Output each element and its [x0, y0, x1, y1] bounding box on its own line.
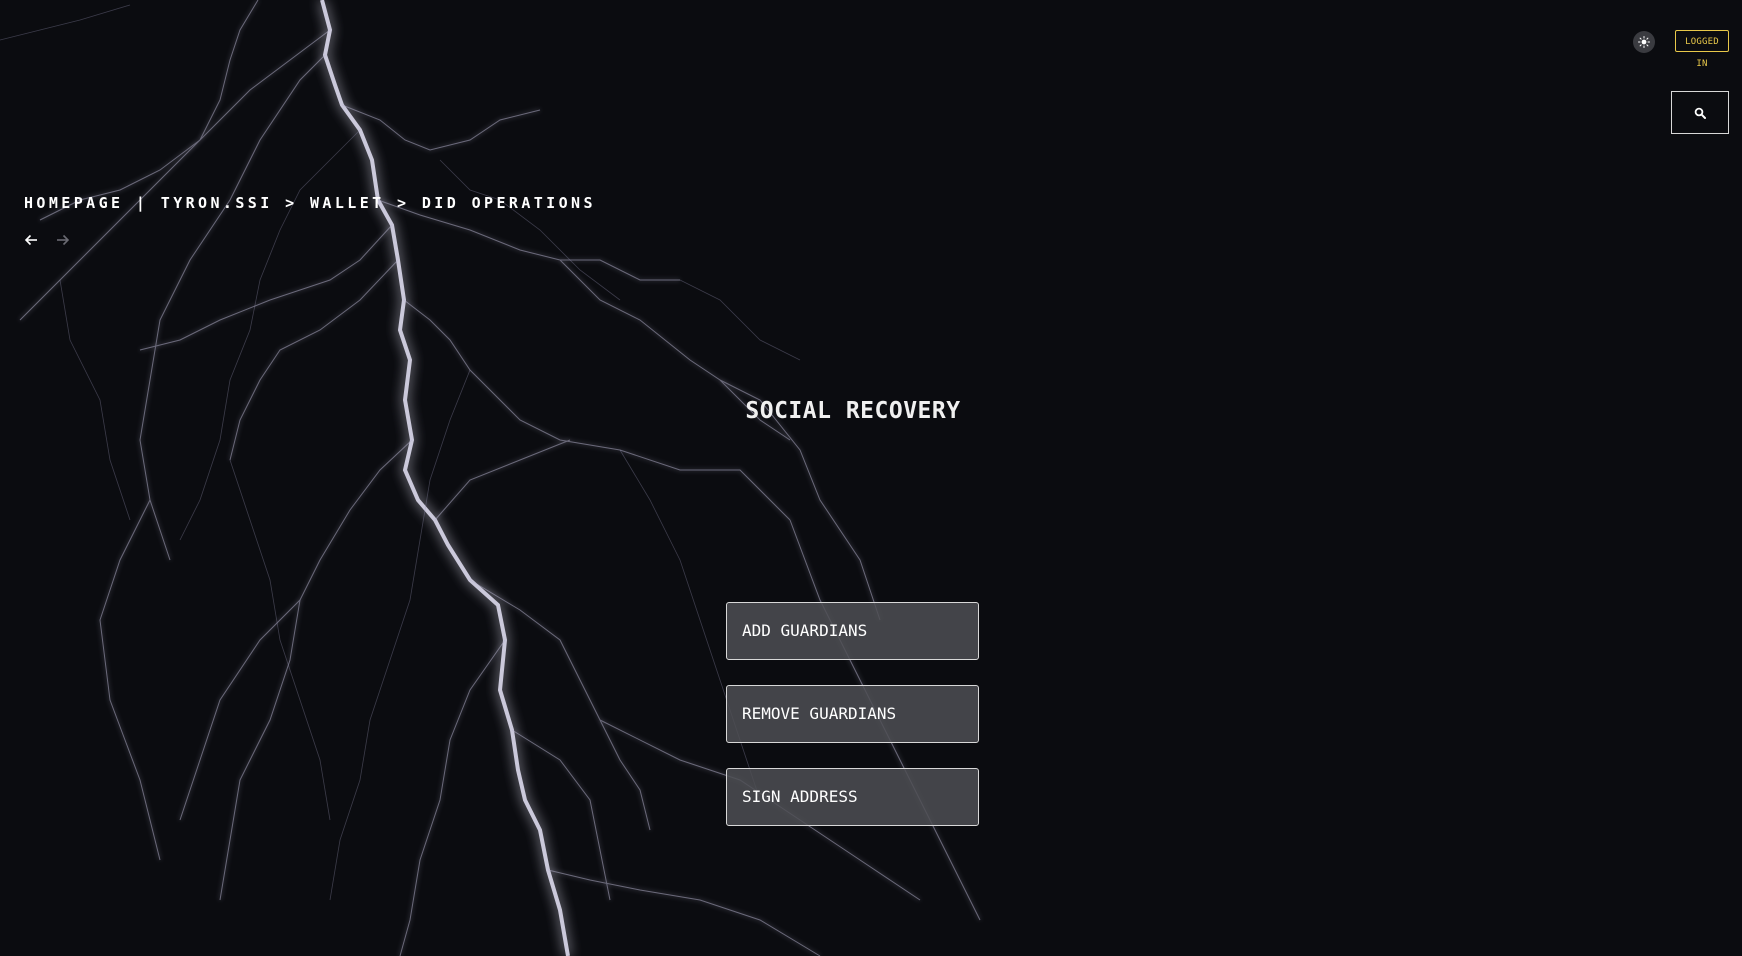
arrow-left-icon — [24, 234, 37, 246]
breadcrumb-separator: > — [397, 194, 422, 212]
sun-icon — [1638, 36, 1650, 48]
back-button[interactable] — [22, 231, 40, 249]
options-list: ADD GUARDIANS REMOVE GUARDIANS SIGN ADDR… — [726, 602, 979, 851]
breadcrumb-separator: > — [285, 194, 310, 212]
breadcrumb-item-wallet[interactable]: WALLET — [310, 194, 385, 212]
search-button[interactable] — [1671, 91, 1729, 134]
breadcrumb-item-did-operations[interactable]: DID OPERATIONS — [422, 194, 596, 212]
history-navigation — [22, 231, 72, 249]
search-icon — [1694, 107, 1706, 119]
page: LOGGED IN HOMEPAGE | TYRON.SSI > WALLET … — [0, 0, 1742, 956]
breadcrumb-item-homepage[interactable]: HOMEPAGE — [24, 194, 123, 212]
breadcrumb-separator: | — [135, 194, 161, 212]
breadcrumb-item-tyron-ssi[interactable]: TYRON.SSI — [161, 194, 273, 212]
arrow-right-icon — [57, 234, 70, 246]
page-title: SOCIAL RECOVERY — [745, 398, 961, 424]
remove-guardians-button[interactable]: REMOVE GUARDIANS — [726, 685, 979, 743]
sign-address-button[interactable]: SIGN ADDRESS — [726, 768, 979, 826]
login-status-badge[interactable]: LOGGED IN — [1675, 30, 1729, 69]
forward-button[interactable] — [54, 231, 72, 249]
theme-toggle-button[interactable] — [1633, 31, 1655, 53]
add-guardians-button[interactable]: ADD GUARDIANS — [726, 602, 979, 660]
breadcrumb: HOMEPAGE | TYRON.SSI > WALLET > DID OPER… — [24, 194, 596, 212]
